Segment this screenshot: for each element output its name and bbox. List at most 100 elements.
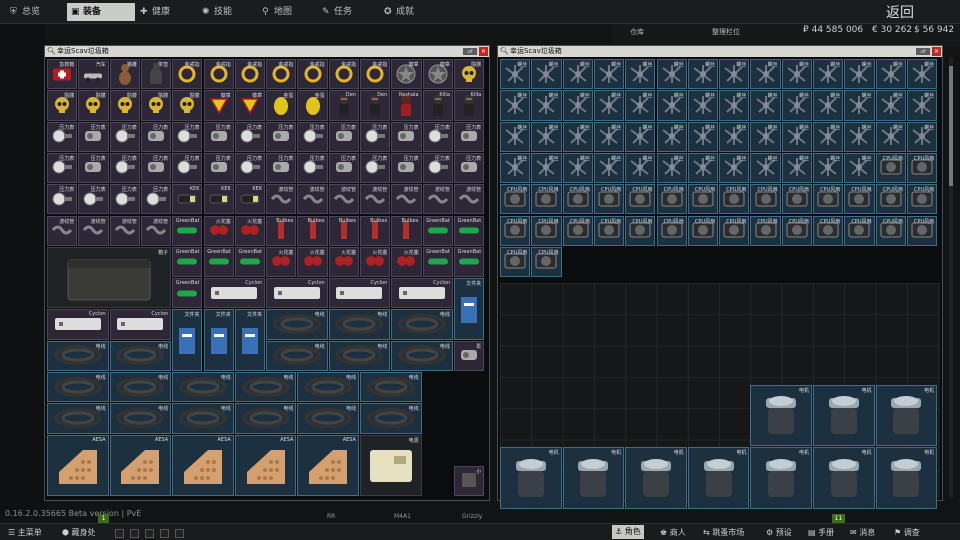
item-cell[interactable]: 骷髅 xyxy=(78,90,109,121)
item-cell[interactable]: 压力表 xyxy=(297,121,328,152)
quick-slot[interactable] xyxy=(145,529,154,538)
item-cell[interactable]: 螺丝 xyxy=(719,90,750,121)
item-cell[interactable]: 螺丝 xyxy=(656,121,687,152)
item-cell[interactable]: 螺丝 xyxy=(562,90,593,121)
flea-market-button[interactable]: ⇆ 跳蚤市场 xyxy=(703,527,744,538)
item-cell[interactable]: AESA xyxy=(172,434,234,497)
item-cell[interactable]: CPU风扇 xyxy=(562,184,593,215)
item-cell[interactable]: 压力表 xyxy=(391,121,422,152)
item-cell[interactable]: CPU风扇 xyxy=(687,184,719,215)
item-cell[interactable]: 箱子 xyxy=(47,246,172,309)
item-cell[interactable]: 螺丝 xyxy=(593,90,625,121)
tab-gear[interactable]: ▣ 装备 xyxy=(67,3,135,21)
item-cell[interactable]: 压力表 xyxy=(172,121,203,152)
item-cell[interactable]: AESA xyxy=(47,434,109,497)
quick-slot[interactable] xyxy=(175,529,184,538)
item-cell[interactable]: 波纹管 xyxy=(47,215,78,246)
item-cell[interactable]: 压力表 xyxy=(453,152,485,184)
quick-slot[interactable] xyxy=(160,529,169,538)
handbook-button[interactable]: ▤ 手册 xyxy=(808,527,834,538)
item-cell[interactable]: 螺丝 xyxy=(781,90,812,121)
item-cell[interactable]: 螺丝 xyxy=(562,59,593,90)
item-cell[interactable]: 徽章 xyxy=(234,90,266,121)
item-cell[interactable]: 螺丝 xyxy=(500,121,531,152)
item-cell[interactable]: 螺丝 xyxy=(750,59,781,90)
item-cell[interactable]: 骷髅 xyxy=(172,90,203,121)
item-cell[interactable]: 螺丝 xyxy=(593,121,625,152)
item-cell[interactable]: 金蛋 xyxy=(266,90,297,121)
item-cell[interactable]: 猫雕 xyxy=(109,59,140,90)
item-cell[interactable]: 电源 xyxy=(360,434,422,497)
item-cell[interactable]: CPU风扇 xyxy=(875,152,906,184)
item-cell[interactable]: 金戒指 xyxy=(234,59,266,90)
item-cell[interactable]: 螺丝 xyxy=(813,152,844,184)
item-cell[interactable]: 螺丝 xyxy=(625,121,656,152)
item-cell[interactable]: 波纹管 xyxy=(391,184,422,215)
item-cell[interactable]: 螺丝 xyxy=(562,152,593,184)
item-cell[interactable]: 螺丝 xyxy=(875,59,906,90)
item-cell[interactable]: CPU风扇 xyxy=(813,184,844,215)
item-cell[interactable]: 火花塞 xyxy=(234,215,266,246)
item-cell[interactable]: 螺丝 xyxy=(593,152,625,184)
item-cell[interactable]: 压力表 xyxy=(328,152,359,184)
item-cell[interactable]: CPU风扇 xyxy=(906,215,938,246)
item-cell[interactable]: CPU风扇 xyxy=(719,184,750,215)
item-cell[interactable]: KEK xyxy=(172,184,203,215)
item-cell[interactable]: 文件夹 xyxy=(234,309,266,371)
item-cell[interactable]: 压力表 xyxy=(140,184,172,215)
item-cell[interactable]: 螺丝 xyxy=(687,59,719,90)
tab-map[interactable]: ⚲ 地图 xyxy=(258,3,316,21)
item-cell[interactable]: 波纹管 xyxy=(422,184,453,215)
item-cell[interactable]: 压力表 xyxy=(203,152,234,184)
item-cell[interactable]: 文件夹 xyxy=(453,278,485,340)
item-cell[interactable]: 火花塞 xyxy=(391,246,422,278)
item-cell[interactable]: 螺丝 xyxy=(531,59,562,90)
item-cell[interactable]: 压力表 xyxy=(203,121,234,152)
tab-achievements[interactable]: ✪ 成就 xyxy=(380,3,440,21)
item-cell[interactable]: 电线 xyxy=(47,372,109,403)
item-cell[interactable]: 压力表 xyxy=(391,152,422,184)
traders-button[interactable]: ♚ 商人 xyxy=(660,527,686,538)
item-cell[interactable]: 螺丝 xyxy=(781,152,812,184)
close-icon[interactable]: ✕ xyxy=(479,47,488,56)
item-cell[interactable]: 螺丝 xyxy=(719,152,750,184)
item-cell[interactable]: 压力表 xyxy=(78,152,109,184)
item-cell[interactable]: 波纹管 xyxy=(109,215,140,246)
item-cell[interactable]: Cyclon xyxy=(391,278,453,309)
item-cell[interactable]: CPU风扇 xyxy=(906,152,938,184)
item-cell[interactable]: CPU风扇 xyxy=(750,215,781,246)
item-cell[interactable]: CPU风扇 xyxy=(531,215,562,246)
item-cell[interactable]: 骷髅 xyxy=(140,90,172,121)
item-cell[interactable]: GreenBat xyxy=(172,215,203,246)
stash-sort-button[interactable]: 整理栏位 xyxy=(712,27,740,37)
item-cell[interactable]: 螺丝 xyxy=(781,121,812,152)
item-cell[interactable]: CPU风扇 xyxy=(719,215,750,246)
item-cell[interactable]: CPU风扇 xyxy=(750,184,781,215)
item-cell[interactable]: 螺丝 xyxy=(844,121,875,152)
item-cell[interactable]: CPU风扇 xyxy=(656,184,687,215)
item-cell[interactable]: GreenBat xyxy=(453,246,485,278)
quick-slot[interactable] xyxy=(115,529,124,538)
item-cell[interactable]: 螺丝 xyxy=(593,59,625,90)
item-cell[interactable]: Cyclon xyxy=(266,278,328,309)
stash-scrollbar[interactable] xyxy=(949,58,953,498)
item-cell[interactable]: 螺丝 xyxy=(562,121,593,152)
item-cell[interactable]: Bulbex xyxy=(266,215,297,246)
window-header[interactable]: 🔍︎ 幸运Scav垃圾箱 off ✕ xyxy=(498,46,942,57)
item-cell[interactable]: 电线 xyxy=(47,403,109,434)
item-cell[interactable]: GreenBat xyxy=(234,246,266,278)
item-cell[interactable]: 电线 xyxy=(109,372,172,403)
item-cell[interactable]: 螺丝 xyxy=(625,152,656,184)
item-cell[interactable]: 螺丝 xyxy=(687,121,719,152)
item-cell[interactable]: 螺丝 xyxy=(531,152,562,184)
item-cell[interactable]: 螺丝 xyxy=(719,121,750,152)
item-cell[interactable]: KEK xyxy=(203,184,234,215)
item-cell[interactable]: 螺丝 xyxy=(750,152,781,184)
item-cell[interactable]: 压力表 xyxy=(266,152,297,184)
item-cell[interactable]: 压力表 xyxy=(109,184,140,215)
item-cell[interactable]: 电线 xyxy=(360,372,422,403)
item-cell[interactable]: 徽章 xyxy=(203,90,234,121)
item-cell[interactable]: 螺丝 xyxy=(625,90,656,121)
item-cell[interactable]: 火花塞 xyxy=(203,215,234,246)
item-cell[interactable]: 火花塞 xyxy=(266,246,297,278)
